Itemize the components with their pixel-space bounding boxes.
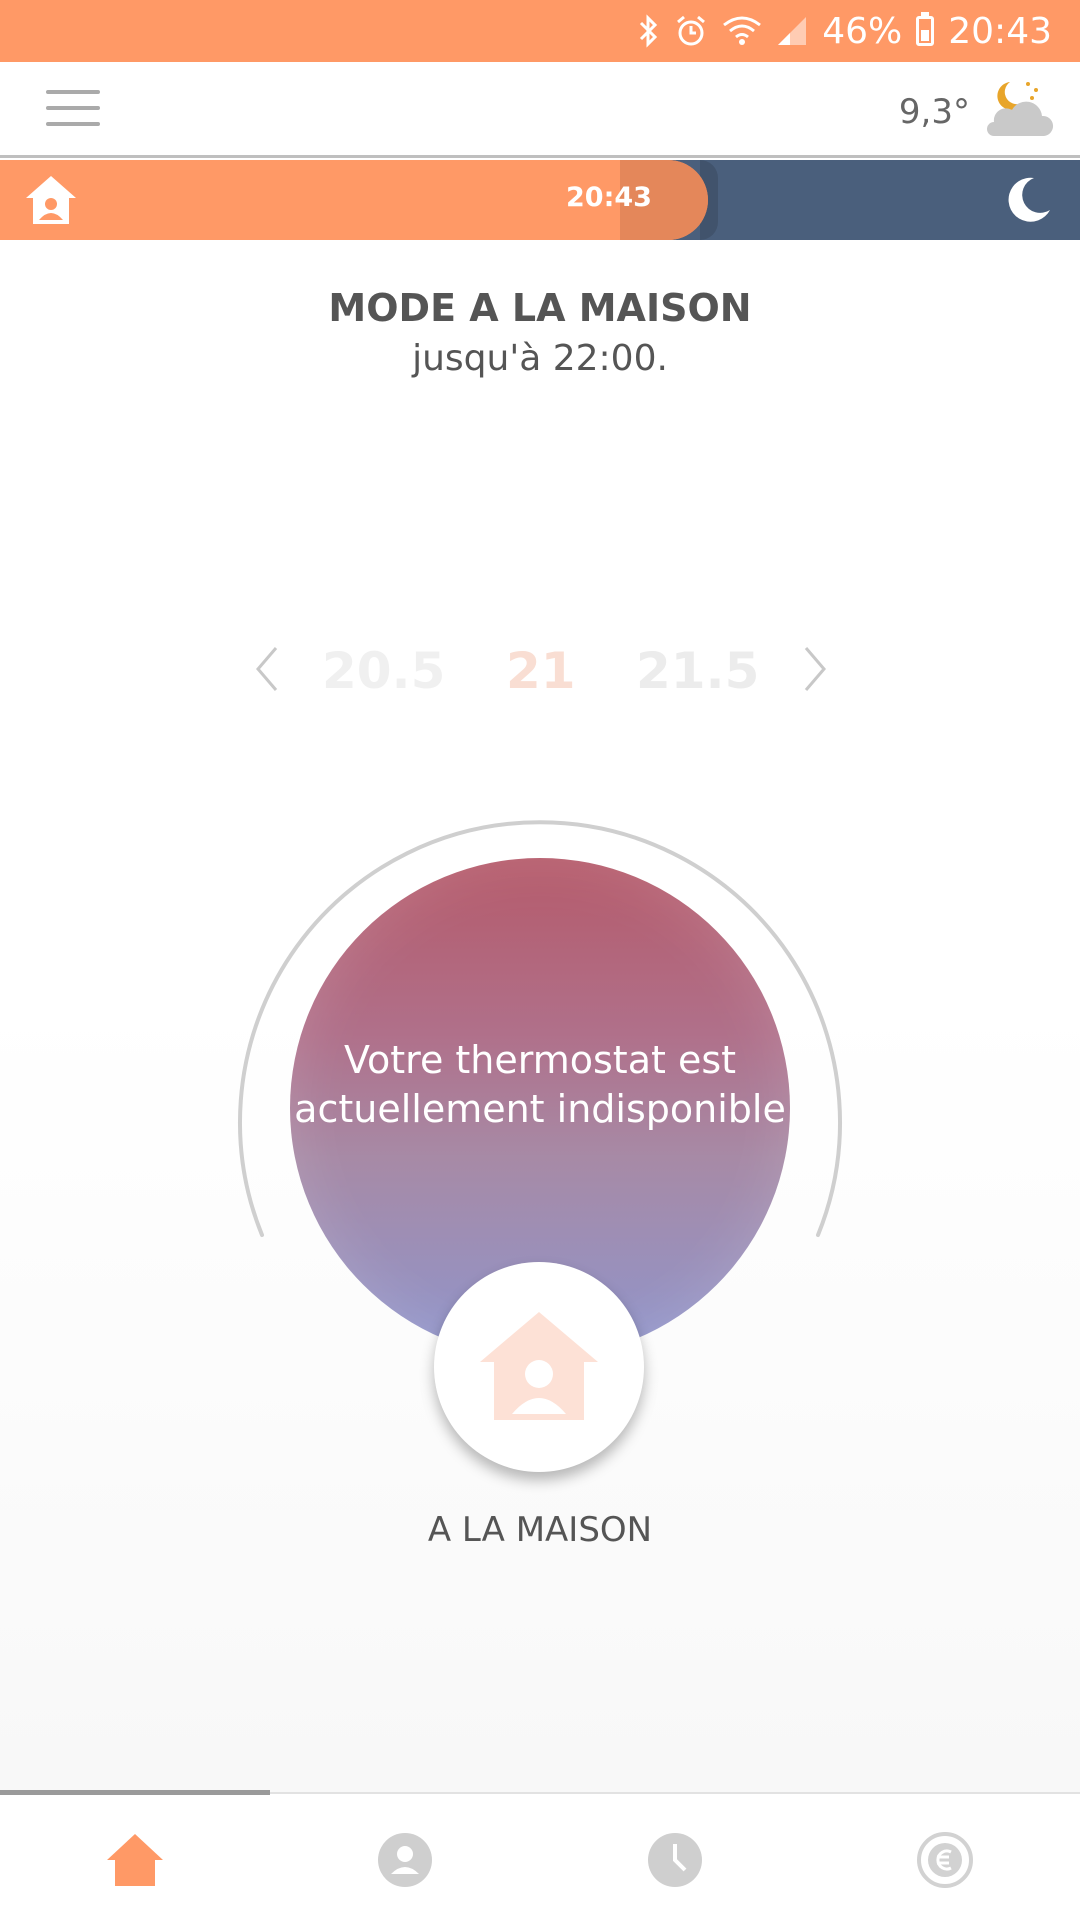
strip-current-time: 20:43 — [566, 182, 652, 213]
alarm-icon — [674, 14, 708, 48]
active-tab-indicator — [0, 1790, 270, 1795]
schedule-strip[interactable]: 20:43 — [0, 160, 1080, 240]
battery-icon — [916, 16, 935, 46]
bottom-navigation — [0, 1790, 1080, 1920]
temp-next[interactable]: 21.5 — [636, 642, 759, 700]
outdoor-temperature: 9,3° — [898, 92, 970, 132]
home-person-icon — [480, 1312, 598, 1420]
night-cloud-icon[interactable] — [980, 76, 1054, 142]
moon-icon — [1000, 174, 1052, 226]
chevron-right-icon[interactable] — [800, 644, 830, 694]
home-person-icon — [24, 174, 78, 226]
nav-consumption-icon[interactable] — [915, 1830, 975, 1890]
nav-schedule-icon[interactable] — [645, 1830, 705, 1890]
mode-until: jusqu'à 22:00. — [412, 338, 668, 379]
battery-percent: 46% — [822, 10, 903, 52]
signal-icon — [776, 15, 808, 47]
nav-home-icon[interactable] — [105, 1830, 165, 1890]
mode-title: MODE A LA MAISON — [328, 286, 752, 330]
temp-current: 21 — [506, 642, 576, 700]
bluetooth-icon — [638, 14, 660, 48]
wifi-icon — [722, 15, 762, 47]
app-bar: 9,3° — [0, 62, 1080, 158]
status-bar: 46% 20:43 — [0, 0, 1080, 62]
unavailable-message: Votre thermostat est actuellement indisp… — [294, 1038, 786, 1131]
mode-home-button[interactable] — [434, 1262, 644, 1472]
chevron-left-icon[interactable] — [252, 644, 282, 694]
status-time: 20:43 — [948, 10, 1052, 52]
temperature-picker: 20.5 21 21.5 — [0, 640, 1080, 700]
mode-label: A LA MAISON — [427, 1510, 653, 1550]
hamburger-icon[interactable] — [46, 90, 100, 126]
temp-previous[interactable]: 20.5 — [322, 642, 445, 700]
nav-profile-icon[interactable] — [375, 1830, 435, 1890]
